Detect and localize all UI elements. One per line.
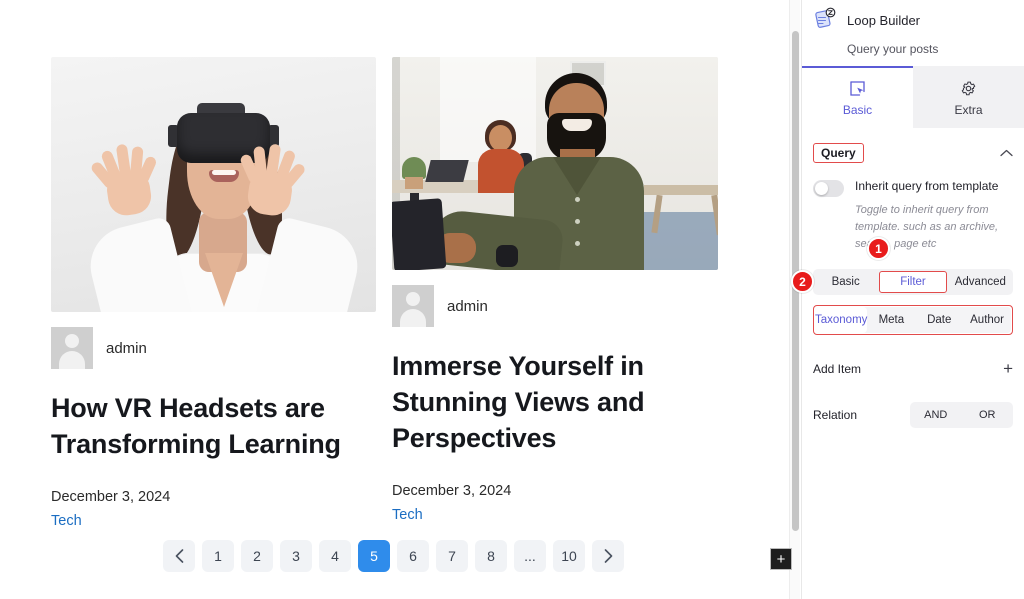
annotation-badge-1: 1 [867,237,890,260]
avatar [392,285,434,327]
decor [402,157,426,179]
relation-label: Relation [813,408,858,423]
pagination-page-5-current[interactable]: 5 [358,540,390,572]
tab-extra-label: Extra [954,102,983,117]
post-thumbnail-2[interactable] [392,57,718,270]
cursor-select-icon [849,80,866,97]
panel-title: Loop Builder [847,12,920,28]
post-card-2[interactable]: admin Immerse Yourself in Stunning Views… [392,57,718,523]
toggle-knob [815,182,828,195]
tab-basic-label: Basic [842,102,873,117]
add-item-row: Add Item + [813,360,1013,377]
post-date-1: December 3, 2024 [51,488,171,505]
query-section: Query Inherit query from template Toggle… [802,136,1024,429]
loop-builder-settings-panel: Loop Builder Query your posts Basic Extr… [801,0,1024,599]
post-card-1[interactable]: admin How VR Headsets are Transforming L… [51,57,376,529]
decor [562,119,592,131]
query-sub-tabs: Taxonomy Meta Date Author [815,307,1011,334]
inherit-query-row: Inherit query from template [813,179,1013,197]
loop-builder-icon [812,7,838,33]
relation-row: Relation AND OR [813,402,1014,429]
post-category-2[interactable]: Tech [392,507,718,523]
post-title-1[interactable]: How VR Headsets are Transforming Learnin… [51,391,376,463]
level-tab-advanced[interactable]: Advanced [948,269,1013,295]
pagination-page-3[interactable]: 3 [280,540,312,572]
panel-subtitle: Query your posts [847,42,939,56]
pagination-page-2[interactable]: 2 [241,540,273,572]
pagination-page-6[interactable]: 6 [397,540,429,572]
query-sub-tabs-highlight: Taxonomy Meta Date Author [813,305,1013,336]
pagination-page-7[interactable]: 7 [436,540,468,572]
panel-header: Loop Builder Query your posts [802,0,1024,66]
post-author-1: admin [106,339,147,357]
query-section-header[interactable]: Query [813,136,1013,170]
add-item-plus-button[interactable]: + [1003,360,1013,377]
query-level-tabs: Basic Filter Advanced [813,269,1013,296]
post-category-1[interactable]: Tech [51,513,376,529]
tab-basic[interactable]: Basic [802,66,913,128]
inherit-query-toggle[interactable] [813,180,844,197]
decor [496,245,518,267]
query-section-label: Query [813,143,864,163]
pagination-page-4[interactable]: 4 [319,540,351,572]
add-item-label: Add Item [813,361,862,376]
pagination-page-10[interactable]: 10 [553,540,585,572]
page-preview-canvas: admin How VR Headsets are Transforming L… [0,0,787,599]
decor [575,241,580,246]
decor [489,125,512,151]
post-byline-2: admin [392,285,718,327]
decor [405,177,423,189]
pagination: 1 2 3 4 5 6 7 8 ... 10 [0,540,787,572]
post-title-2[interactable]: Immerse Yourself in Stunning Views and P… [392,349,718,457]
sub-tab-date[interactable]: Date [915,307,963,333]
post-author-2: admin [447,297,488,315]
decor [209,170,239,182]
post-byline-1: admin [51,327,376,369]
relation-option-and[interactable]: AND [910,402,962,428]
avatar [51,327,93,369]
app-root: admin How VR Headsets are Transforming L… [0,0,1024,599]
query-level-tabs-wrap: Basic Filter Advanced [813,269,1013,296]
post-thumbnail-1[interactable] [51,57,376,312]
pagination-ellipsis: ... [514,540,546,572]
pagination-prev-button[interactable] [163,540,195,572]
chevron-up-icon[interactable] [1000,146,1013,160]
post-date-2: December 3, 2024 [392,482,512,499]
decor [575,197,580,202]
tab-extra[interactable]: Extra [913,66,1024,128]
decor [644,185,718,195]
relation-segmented-control: AND OR [910,402,1014,429]
add-block-button[interactable]: + [770,548,792,570]
level-tab-filter[interactable]: Filter [879,271,947,294]
decor [89,143,159,218]
decor [575,219,580,224]
sub-tab-taxonomy[interactable]: Taxonomy [815,307,868,334]
inherit-query-label: Inherit query from template [855,179,999,193]
pagination-next-button[interactable] [592,540,624,572]
relation-option-or[interactable]: OR [962,402,1014,428]
gear-icon [960,80,977,97]
pagination-page-1[interactable]: 1 [202,540,234,572]
sub-tab-meta[interactable]: Meta [867,307,915,333]
annotation-badge-2: 2 [791,270,814,293]
sub-tab-author[interactable]: Author [963,307,1011,333]
level-tab-basic[interactable]: Basic [813,269,878,295]
pagination-page-8[interactable]: 8 [475,540,507,572]
decor [238,143,307,218]
panel-main-tabs: Basic Extra [802,66,1024,128]
decor [392,198,447,270]
decor [425,160,469,182]
canvas-scrollbar[interactable] [789,0,800,599]
